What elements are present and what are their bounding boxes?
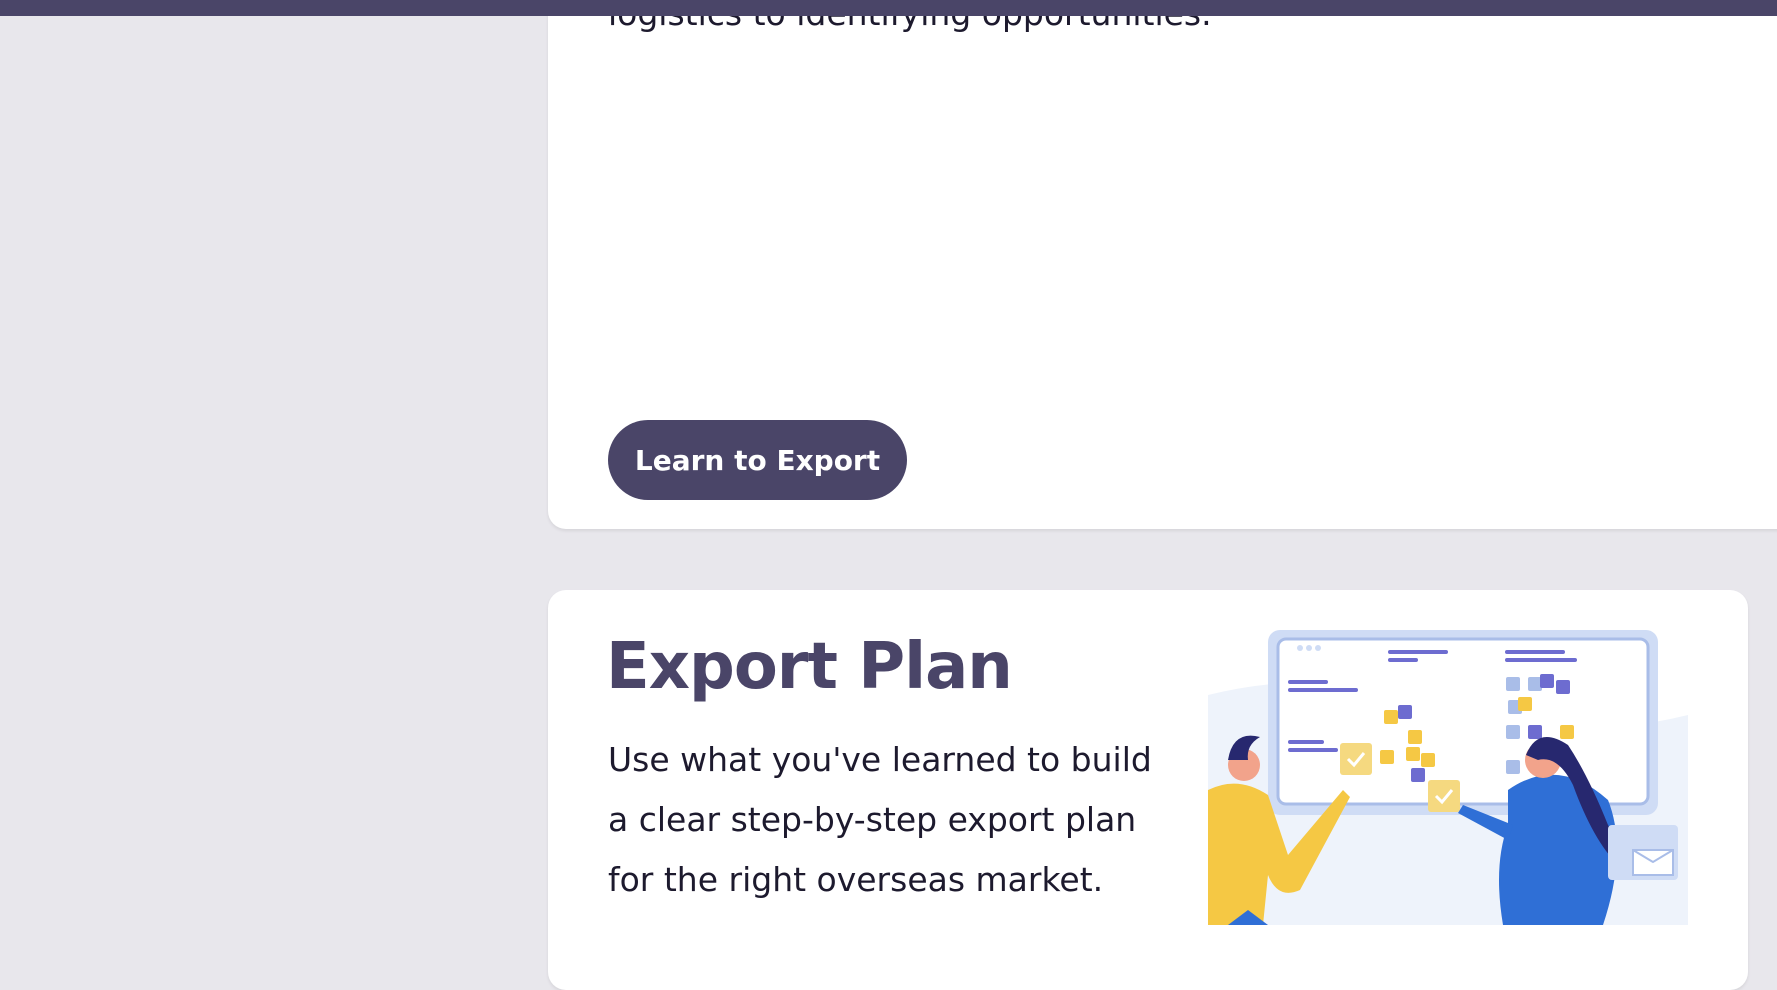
export-plan-description: Use what you've learned to build a clear…	[608, 730, 1168, 910]
description-line: for the right overseas market.	[608, 860, 1104, 899]
learn-to-export-button[interactable]: Learn to Export	[608, 420, 907, 500]
export-plan-title: Export Plan	[606, 630, 1013, 704]
export-plan-illustration	[1208, 630, 1688, 925]
description-line: a clear step-by-step export plan	[608, 800, 1137, 839]
description-line: Use what you've learned to build	[608, 740, 1152, 779]
export-plan-card[interactable]: Export Plan Use what you've learned to b…	[548, 590, 1748, 990]
top-navigation-bar	[0, 0, 1777, 16]
learn-to-export-card: logistics to identifying opportunities. …	[548, 0, 1777, 529]
